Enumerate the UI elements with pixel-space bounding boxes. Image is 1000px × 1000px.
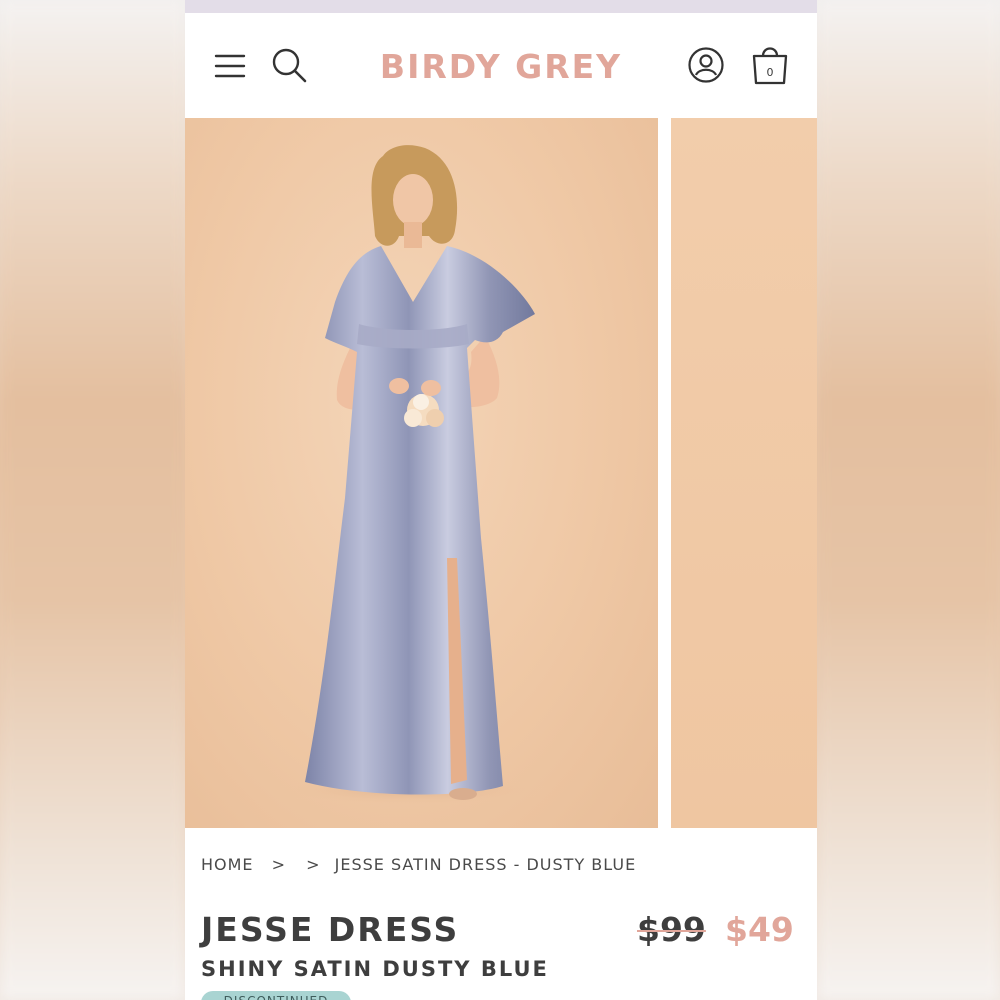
status-strip xyxy=(185,0,817,13)
background-blur-left xyxy=(0,0,185,1000)
search-icon[interactable] xyxy=(270,46,308,84)
breadcrumb-separator: > xyxy=(306,855,321,874)
breadcrumb-home[interactable]: HOME xyxy=(201,855,254,874)
breadcrumb: HOME > > JESSE SATIN DRESS - DUSTY BLUE xyxy=(201,855,801,877)
account-icon[interactable] xyxy=(687,46,725,84)
brand-logo[interactable]: BIRDY GREY xyxy=(365,47,637,86)
product-subtitle: SHINY SATIN DUSTY BLUE xyxy=(201,957,549,981)
shopping-bag-icon[interactable] xyxy=(750,42,790,86)
model-in-dress-image xyxy=(270,145,550,806)
product-photo-main[interactable] xyxy=(185,118,658,828)
menu-icon[interactable] xyxy=(213,51,247,81)
background-blur-right xyxy=(817,0,1000,1000)
original-price: $99 xyxy=(637,910,706,949)
product-gallery[interactable] xyxy=(185,118,817,828)
cart-count: 0 xyxy=(766,66,774,79)
product-title: JESSE DRESS xyxy=(201,910,460,949)
breadcrumb-current: JESSE SATIN DRESS - DUSTY BLUE xyxy=(334,855,637,874)
sale-price: $49 xyxy=(725,910,794,949)
product-photo-next[interactable] xyxy=(671,118,817,828)
site-header: BIRDY GREY 0 xyxy=(185,13,817,118)
phone-screen: BIRDY GREY 0 HOME > > JESSE SATIN DRESS … xyxy=(185,0,817,1000)
breadcrumb-separator: > xyxy=(271,855,287,874)
status-badge: DISCONTINUED xyxy=(201,991,351,1000)
